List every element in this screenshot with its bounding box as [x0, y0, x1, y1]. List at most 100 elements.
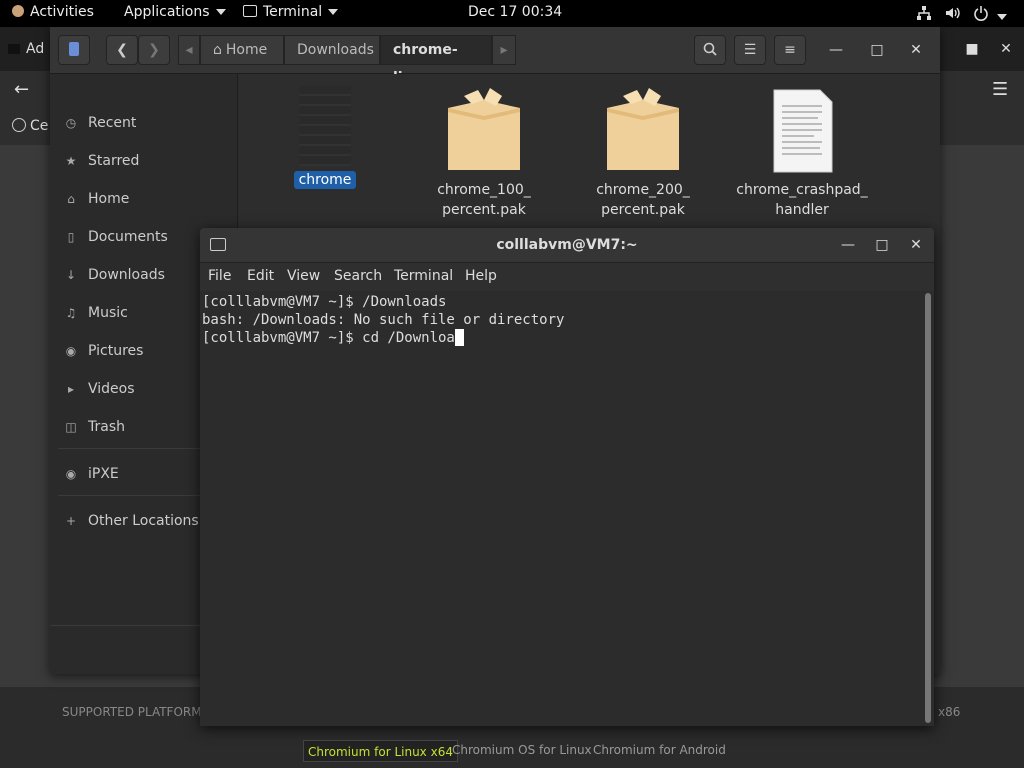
terminal-scrollbar[interactable]	[922, 291, 934, 726]
chevron-down-icon	[215, 9, 226, 15]
sidebar-item-label: Recent	[88, 115, 137, 131]
plus-icon: +	[65, 514, 77, 528]
sidebar-item-starred[interactable]: ★ Starred	[50, 145, 238, 177]
file-name-line2: handler	[775, 202, 829, 218]
sidebar-icon	[69, 42, 79, 56]
chevron-down-icon	[997, 14, 1008, 20]
activities-button[interactable]: Activities	[12, 4, 94, 20]
menu-search[interactable]: Search	[334, 268, 382, 284]
terminal-titlebar[interactable]: colllabvm@VM7:~ — □ ✕	[200, 228, 934, 263]
list-view-icon: ☰	[743, 42, 757, 58]
trash-icon: ◫	[65, 420, 77, 434]
sidebar-item-label: Pictures	[88, 343, 144, 359]
terminal-line: [colllabvm@VM7 ~]$ /Downloads	[202, 294, 447, 310]
search-icon	[703, 42, 717, 56]
sidebar-item-label: Videos	[88, 381, 135, 397]
sidebar-item-label: Other Locations	[88, 513, 199, 529]
clock[interactable]: Dec 17 00:34	[468, 4, 562, 20]
caret-left-icon: ◂	[185, 42, 193, 58]
terminal-app-label: Terminal	[263, 4, 323, 20]
breadcrumb-scroll-left[interactable]: ◂	[178, 35, 200, 65]
menu-terminal[interactable]: Terminal	[394, 268, 453, 284]
chevron-left-icon: ❮	[116, 42, 128, 58]
browser-close-icon[interactable]: ✕	[996, 39, 1016, 59]
browser-minimize-icon[interactable]: ■	[962, 39, 982, 59]
menu-view[interactable]: View	[287, 268, 320, 284]
close-icon[interactable]: ✕	[906, 40, 926, 60]
sidebar-item-recent[interactable]: ◷ Recent	[50, 107, 238, 139]
hamburger-icon: ≡	[784, 42, 796, 58]
executable-icon	[299, 86, 351, 166]
file-name: chrome	[293, 171, 357, 189]
home-icon: ⌂	[213, 42, 222, 58]
scrollbar-thumb[interactable]	[925, 293, 931, 723]
sidebar-item-label: iPXE	[88, 466, 119, 482]
menu-file[interactable]: File	[208, 268, 231, 284]
breadcrumb-downloads-label: Downloads	[297, 42, 374, 58]
bookmark-item[interactable]: Ce	[12, 118, 48, 134]
minimize-icon[interactable]: —	[826, 40, 846, 60]
sidebar-item-home[interactable]: ⌂ Home	[50, 183, 238, 215]
sidebar-item-label: Home	[88, 191, 130, 207]
file-name-line1: chrome_crashpad_	[736, 182, 868, 198]
terminal-line: bash: /Downloads: No such file or direct…	[202, 312, 565, 328]
sidebar-toggle-button[interactable]	[58, 35, 90, 65]
back-arrow-icon[interactable]: ←	[14, 79, 29, 100]
menu-button[interactable]: ≡	[774, 35, 806, 65]
back-button[interactable]: ❮	[106, 35, 138, 65]
file-item[interactable]: chrome	[255, 86, 395, 190]
bookmark-label: Ce	[30, 118, 49, 134]
platform-link-linux[interactable]: Chromium for Linux x64	[303, 740, 458, 762]
sidebar-item-label: Music	[88, 305, 128, 321]
terminal-maximize-icon[interactable]: □	[872, 235, 892, 255]
breadcrumb-home[interactable]: ⌂ Home	[200, 35, 284, 65]
maximize-icon[interactable]: □	[867, 40, 887, 60]
search-button[interactable]	[694, 35, 726, 65]
menu-help[interactable]: Help	[465, 268, 497, 284]
forward-button[interactable]: ❯	[138, 35, 170, 65]
power-menu[interactable]	[973, 5, 1008, 25]
breadcrumb-current[interactable]: chrome-linux	[380, 35, 492, 86]
files-headerbar: ❮ ❯ ◂ ⌂Home Downloads chrome-linux ▸ ☰ ≡…	[50, 27, 940, 86]
tab-favicon-icon	[8, 44, 20, 54]
breadcrumb-scroll-right[interactable]: ▸	[492, 35, 516, 65]
terminal-screen[interactable]: [colllabvm@VM7 ~]$ /Downloads bash: /Dow…	[200, 291, 922, 726]
volume-icon[interactable]	[944, 5, 962, 25]
view-toggle-button[interactable]: ☰	[734, 35, 766, 65]
applications-label: Applications	[124, 4, 210, 20]
file-item[interactable]: chrome_crashpad_ handler	[732, 86, 872, 220]
terminal-close-icon[interactable]: ✕	[906, 235, 926, 255]
breadcrumb-home-label: Home	[225, 42, 268, 58]
sidebar-item-label: Trash	[88, 419, 125, 435]
package-icon	[448, 88, 520, 170]
browser-tab[interactable]: Ad	[8, 41, 44, 57]
terminal-window: colllabvm@VM7:~ — □ ✕ File Edit View Sea…	[200, 228, 934, 726]
drive-icon: ◉	[65, 467, 77, 481]
sidebar-item-label: Starred	[88, 153, 140, 169]
package-icon	[607, 88, 679, 170]
sidebar-item-label: Downloads	[88, 267, 165, 283]
activities-label: Activities	[30, 4, 94, 20]
terminal-minimize-icon[interactable]: —	[838, 235, 858, 255]
menu-edit[interactable]: Edit	[247, 268, 274, 284]
terminal-app-menu[interactable]: Terminal	[243, 4, 339, 20]
chevron-right-icon: ❯	[148, 42, 160, 58]
file-name-line1: chrome_100_	[437, 182, 531, 198]
platform-link-chromeos[interactable]: Chromium OS for Linux	[452, 743, 592, 757]
file-name-line2: percent.pak	[601, 202, 685, 218]
file-name-line1: chrome_200_	[596, 182, 690, 198]
download-icon: ↓	[65, 268, 77, 282]
file-item[interactable]: chrome_200_ percent.pak	[573, 86, 713, 220]
video-icon: ▸	[67, 382, 75, 396]
supported-platforms-label: SUPPORTED PLATFORMS	[62, 705, 210, 719]
browser-menu-icon[interactable]: ☰	[992, 79, 1008, 100]
browser-tab-label: Ad	[26, 41, 45, 57]
platform-link-android[interactable]: Chromium for Android	[593, 743, 726, 757]
clock-icon: ◷	[65, 116, 77, 130]
text-file-icon	[773, 89, 833, 173]
terminal-icon	[243, 5, 257, 17]
applications-menu[interactable]: Applications	[124, 4, 226, 20]
network-icon[interactable]	[916, 5, 932, 25]
file-item[interactable]: chrome_100_ percent.pak	[414, 86, 554, 220]
breadcrumb-downloads[interactable]: Downloads	[284, 35, 380, 65]
